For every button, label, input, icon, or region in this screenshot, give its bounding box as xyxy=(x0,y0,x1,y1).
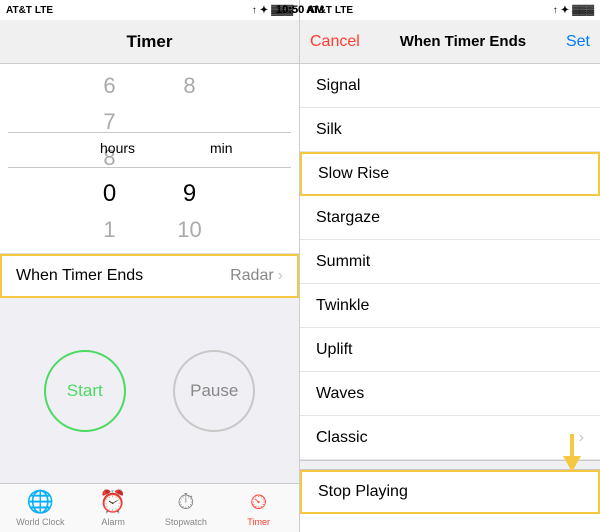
list-item-slow-rise[interactable]: Slow Rise xyxy=(300,152,600,196)
timer-icon: ⏲ xyxy=(250,489,267,515)
hours-column[interactable]: 6 7 8 0 1 xyxy=(70,68,150,248)
tab-bar-left: 🌐 World Clock ⏰ Alarm ⏱ Stopwatch ⏲ Time… xyxy=(0,483,299,532)
picker-item: 10 xyxy=(150,212,230,248)
picker-columns: 6 7 8 0 1 hours 8 9 10 min xyxy=(0,68,299,248)
section-separator xyxy=(300,460,600,470)
list-item-silk[interactable]: Silk xyxy=(300,108,600,152)
picker-area[interactable]: 6 7 8 0 1 hours 8 9 10 min xyxy=(0,64,299,254)
network-right: LTE xyxy=(335,5,353,16)
pause-button[interactable]: Pause xyxy=(173,350,255,432)
status-right-right: ↑ ✦ ▓▓▓ xyxy=(553,5,594,16)
tab-alarm[interactable]: ⏰ Alarm xyxy=(77,489,150,527)
start-button[interactable]: Start xyxy=(44,350,126,432)
picker-item-selected: 9 xyxy=(150,176,230,212)
status-bar-right: AT&T LTE 10:50 AM ↑ ✦ ▓▓▓ xyxy=(300,0,600,20)
nav-bar-right: Cancel When Timer Ends Set xyxy=(300,20,600,64)
status-bar-left: AT&T LTE 10:50 AM ↑ ✦ ▓▓▓ xyxy=(0,0,299,20)
tab-world-clock-label: World Clock xyxy=(16,517,64,527)
left-panel: AT&T LTE 10:50 AM ↑ ✦ ▓▓▓ Timer 6 7 8 0 … xyxy=(0,0,300,532)
carrier-left: AT&T xyxy=(6,5,32,16)
stop-playing-text: Stop Playing xyxy=(318,483,408,501)
minutes-column[interactable]: 8 9 10 xyxy=(150,68,230,248)
list-item-summit[interactable]: Summit xyxy=(300,240,600,284)
list-item-signal[interactable]: Signal xyxy=(300,64,600,108)
item-text: Stargaze xyxy=(316,209,584,227)
stop-playing-container: Stop Playing xyxy=(300,470,600,514)
bluetooth-icon-r: ✦ xyxy=(561,5,569,16)
item-text: Uplift xyxy=(316,341,584,359)
buttons-area: Start Pause xyxy=(0,298,299,483)
picker-item: 8 xyxy=(150,68,230,104)
location-icon: ↑ xyxy=(252,5,257,16)
item-text-slow-rise: Slow Rise xyxy=(318,165,582,183)
stop-playing-row[interactable]: Stop Playing xyxy=(300,470,600,514)
picker-item: 7 xyxy=(70,104,150,140)
time-right: 10:50 AM xyxy=(276,4,324,16)
list-item-waves[interactable]: Waves xyxy=(300,372,600,416)
list-item-twinkle[interactable]: Twinkle xyxy=(300,284,600,328)
picker-item xyxy=(150,104,230,140)
nav-title-right: When Timer Ends xyxy=(400,33,526,50)
item-text: Twinkle xyxy=(316,297,584,315)
alarm-icon: ⏰ xyxy=(99,489,126,515)
item-text: Classic xyxy=(316,429,579,447)
picker-item: 1 xyxy=(70,212,150,248)
cancel-button[interactable]: Cancel xyxy=(310,33,360,51)
tab-world-clock[interactable]: 🌐 World Clock xyxy=(4,489,77,527)
tab-stopwatch-label: Stopwatch xyxy=(165,517,207,527)
item-text: Summit xyxy=(316,253,584,271)
battery-icon-r: ▓▓▓ xyxy=(572,5,594,16)
set-button[interactable]: Set xyxy=(566,33,590,51)
nav-bar-left: Timer xyxy=(0,20,299,64)
tab-stopwatch[interactable]: ⏱ Stopwatch xyxy=(150,489,223,527)
picker-item: 6 xyxy=(70,68,150,104)
list-area[interactable]: Signal Silk Slow Rise Stargaze Summit Tw… xyxy=(300,64,600,532)
list-item-stargaze[interactable]: Stargaze xyxy=(300,196,600,240)
when-timer-label: When Timer Ends xyxy=(16,267,230,285)
nav-title-left: Timer xyxy=(127,32,173,52)
list-item-classic[interactable]: Classic › xyxy=(300,416,600,460)
picker-item-selected: 0 xyxy=(70,176,150,212)
item-text: Silk xyxy=(316,121,584,139)
item-text: Waves xyxy=(316,385,584,403)
chevron-right-icon: › xyxy=(278,267,283,285)
tab-timer[interactable]: ⏲ Timer xyxy=(222,489,295,527)
hours-label: hours xyxy=(100,140,135,156)
tab-alarm-label: Alarm xyxy=(101,517,125,527)
stopwatch-icon: ⏱ xyxy=(177,489,194,515)
yellow-arrow-icon xyxy=(558,434,586,474)
when-timer-row[interactable]: When Timer Ends Radar › xyxy=(0,254,299,298)
bluetooth-icon: ✦ xyxy=(260,5,268,16)
status-left: AT&T LTE xyxy=(6,5,53,16)
location-icon-r: ↑ xyxy=(553,5,558,16)
right-panel: AT&T LTE 10:50 AM ↑ ✦ ▓▓▓ Cancel When Ti… xyxy=(300,0,600,532)
world-clock-icon: 🌐 xyxy=(27,489,54,515)
tab-timer-label: Timer xyxy=(247,517,270,527)
list-item-uplift[interactable]: Uplift xyxy=(300,328,600,372)
network-left: LTE xyxy=(35,5,53,16)
when-timer-value: Radar xyxy=(230,267,274,285)
min-label: min xyxy=(210,140,233,156)
item-text: Signal xyxy=(316,77,584,95)
